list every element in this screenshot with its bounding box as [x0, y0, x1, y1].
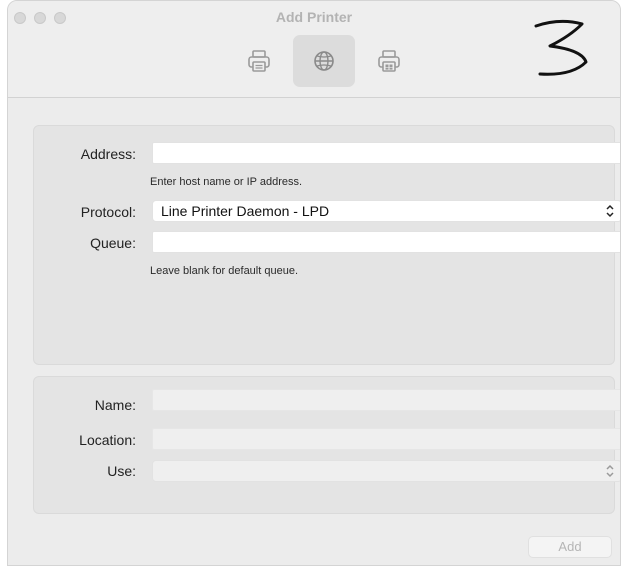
add-button[interactable]: Add	[528, 536, 612, 558]
default-printer-tab[interactable]	[228, 35, 290, 87]
protocol-value: Line Printer Daemon - LPD	[161, 203, 330, 219]
handwritten-number-3	[534, 19, 588, 76]
printer-info-panel: Name: Location: Use:	[33, 376, 620, 514]
name-field[interactable]	[152, 389, 620, 411]
use-label: Use:	[107, 463, 136, 479]
location-label: Location:	[79, 432, 136, 448]
ip-printer-tab[interactable]	[293, 35, 355, 87]
globe-icon	[314, 51, 334, 71]
address-label: Address:	[80, 146, 136, 162]
queue-label: Queue:	[90, 235, 136, 251]
printer-server-icon	[378, 50, 400, 72]
windows-printer-tab[interactable]	[358, 35, 420, 87]
address-field[interactable]	[152, 142, 620, 164]
printer-icon	[248, 50, 270, 72]
ip-settings-panel: Address: Enter host name or IP address. …	[33, 125, 620, 365]
queue-hint: Leave blank for default queue.	[150, 265, 299, 277]
updown-chevron-icon	[606, 464, 614, 478]
protocol-select[interactable]: Line Printer Daemon - LPD	[152, 200, 620, 222]
location-field[interactable]	[152, 428, 620, 450]
address-hint: Enter host name or IP address.	[150, 176, 303, 188]
protocol-label: Protocol:	[80, 204, 136, 220]
queue-field[interactable]	[152, 231, 620, 253]
add-printer-window: Add Printer Address: Enter host name or …	[7, 0, 621, 566]
use-select[interactable]	[152, 460, 620, 482]
name-label: Name:	[94, 397, 136, 413]
updown-chevron-icon	[606, 204, 614, 218]
handwritten-annotation	[520, 10, 600, 82]
